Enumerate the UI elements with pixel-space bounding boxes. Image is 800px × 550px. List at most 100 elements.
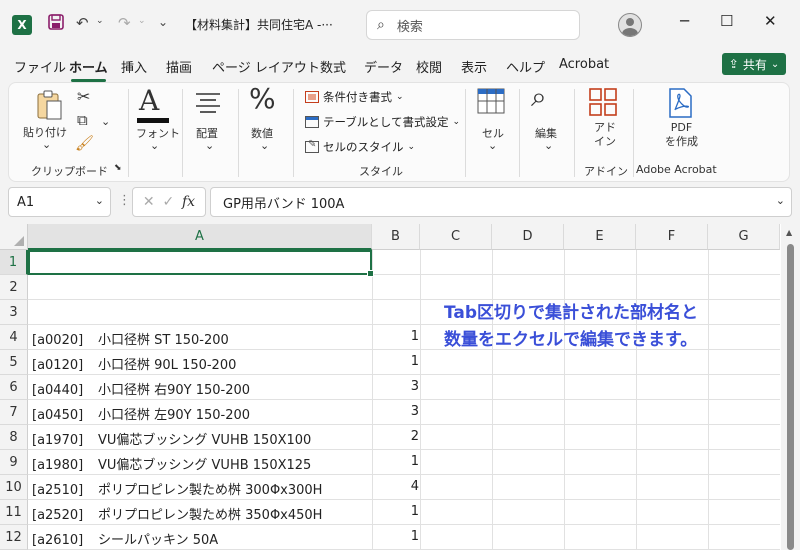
- cell-material[interactable]: [a0120] 小口径桝 90L 150-200: [32, 354, 236, 373]
- cell-material[interactable]: [a0440] 小口径桝 右90Y 150-200: [32, 379, 250, 398]
- search-input[interactable]: ⌕ 検索: [366, 10, 580, 40]
- row-header[interactable]: 12: [0, 525, 28, 550]
- row-header[interactable]: 2: [0, 275, 28, 300]
- avatar[interactable]: [618, 13, 642, 37]
- scroll-thumb[interactable]: [787, 244, 794, 550]
- copy-dropdown-icon[interactable]: ⌄: [101, 115, 110, 128]
- redo-dropdown-icon[interactable]: ⌄: [138, 16, 146, 26]
- active-cell-a1[interactable]: [28, 250, 374, 277]
- name-box[interactable]: A1 ⌄: [8, 187, 111, 217]
- cell-material[interactable]: [a2610] シールパッキン 50A: [32, 529, 218, 548]
- row-header[interactable]: 1: [0, 250, 28, 275]
- maximize-button[interactable]: ☐: [720, 12, 733, 30]
- cell-quantity[interactable]: 1: [371, 529, 419, 544]
- column-header-c[interactable]: C: [420, 224, 492, 250]
- table-row[interactable]: [28, 275, 780, 300]
- alignment-dropdown-icon[interactable]: ⌄: [205, 139, 214, 152]
- tab-review[interactable]: 校閲: [416, 57, 442, 76]
- column-header-a[interactable]: A: [28, 224, 372, 250]
- editing-dropdown-icon[interactable]: ⌄: [544, 139, 553, 152]
- tab-acrobat[interactable]: Acrobat: [559, 57, 609, 72]
- cell-quantity[interactable]: 2: [371, 429, 419, 444]
- column-header-e[interactable]: E: [564, 224, 636, 250]
- formula-input[interactable]: GP用吊バンド 100A ⌄: [210, 187, 792, 217]
- table-row[interactable]: [a0450] 小口径桝 左90Y 150-200 3: [28, 400, 780, 425]
- conditional-formatting-button[interactable]: 条件付き書式 ⌄: [305, 89, 404, 105]
- column-header-d[interactable]: D: [492, 224, 564, 250]
- tab-file[interactable]: ファイル: [14, 57, 66, 76]
- cell-quantity[interactable]: 4: [371, 479, 419, 494]
- cell-material[interactable]: [a1980] VU偏芯ブッシング VUHB 150X125: [32, 454, 311, 473]
- insert-function-icon[interactable]: fx: [182, 194, 195, 210]
- tab-view[interactable]: 表示: [461, 57, 487, 76]
- cells-dropdown-icon[interactable]: ⌄: [488, 139, 497, 152]
- cell-material[interactable]: [a1970] VU偏芯ブッシング VUHB 150X100: [32, 429, 311, 448]
- paste-button[interactable]: [35, 89, 63, 125]
- tab-page-layout[interactable]: ページ レイアウト: [212, 57, 320, 76]
- cells-icon[interactable]: [477, 88, 505, 118]
- cell-material[interactable]: [a0450] 小口径桝 左90Y 150-200: [32, 404, 250, 423]
- cell-quantity[interactable]: 1: [371, 329, 419, 344]
- table-row[interactable]: [a1980] VU偏芯ブッシング VUHB 150X125 1: [28, 450, 780, 475]
- expand-formula-bar-icon[interactable]: ⌄: [776, 194, 785, 207]
- tab-insert[interactable]: 挿入: [121, 57, 147, 76]
- row-header[interactable]: 6: [0, 375, 28, 400]
- row-header[interactable]: 4: [0, 325, 28, 350]
- format-as-table-button[interactable]: テーブルとして書式設定 ⌄: [305, 114, 460, 130]
- cell-material[interactable]: [32, 279, 98, 294]
- create-pdf-label[interactable]: PDF を作成: [665, 121, 698, 149]
- tab-formulas[interactable]: 数式: [320, 57, 346, 76]
- column-header-g[interactable]: G: [708, 224, 780, 250]
- customize-toolbar-icon[interactable]: ⌄: [158, 15, 168, 29]
- cell-quantity[interactable]: 1: [371, 354, 419, 369]
- table-row[interactable]: [a0440] 小口径桝 右90Y 150-200 3: [28, 375, 780, 400]
- scroll-up-icon[interactable]: ▲: [786, 228, 792, 237]
- percent-icon[interactable]: %: [249, 85, 276, 113]
- dialog-launcher-icon[interactable]: ⬊: [114, 163, 122, 173]
- cell-material[interactable]: [a2510] ポリプロピレン製ため桝 300Φx300H: [32, 479, 322, 498]
- search-edit-icon[interactable]: ⌕: [531, 83, 547, 111]
- font-dropdown-icon[interactable]: ⌄: [150, 139, 159, 152]
- cell-material[interactable]: [32, 304, 98, 319]
- table-row[interactable]: [a1970] VU偏芯ブッシング VUHB 150X100 2: [28, 425, 780, 450]
- cell-quantity[interactable]: 3: [371, 404, 419, 419]
- share-button[interactable]: ⇪ 共有 ⌄: [722, 53, 786, 75]
- addins-label[interactable]: アド イン: [594, 121, 616, 149]
- minimize-button[interactable]: ─: [680, 12, 689, 30]
- addins-icon[interactable]: [589, 88, 617, 120]
- close-button[interactable]: ✕: [764, 12, 777, 30]
- copy-icon[interactable]: ⧉: [77, 113, 88, 128]
- cell-quantity[interactable]: 1: [371, 454, 419, 469]
- chevron-down-icon[interactable]: ⌄: [95, 194, 104, 207]
- column-header-b[interactable]: B: [372, 224, 420, 250]
- row-header[interactable]: 9: [0, 450, 28, 475]
- alignment-icon[interactable]: [195, 91, 221, 119]
- format-painter-icon[interactable]: 🖌: [75, 136, 94, 151]
- worksheet-grid[interactable]: A B C D E F G 1 2 3 4 [a0020] 小口径桝 ST 150-200…: [0, 224, 800, 550]
- tab-draw[interactable]: 描画: [166, 57, 192, 76]
- tab-home[interactable]: ホーム: [69, 57, 108, 82]
- table-row[interactable]: [a2510] ポリプロピレン製ため桝 300Φx300H 4: [28, 475, 780, 500]
- cell-styles-button[interactable]: セルのスタイル ⌄: [305, 139, 415, 155]
- undo-dropdown-icon[interactable]: ⌄: [96, 16, 104, 26]
- cell-material[interactable]: [a2520] ポリプロピレン製ため桝 350Φx450H: [32, 504, 322, 523]
- save-icon[interactable]: [48, 14, 64, 30]
- row-header[interactable]: 7: [0, 400, 28, 425]
- select-all-button[interactable]: [0, 224, 28, 250]
- table-row[interactable]: [a2520] ポリプロピレン製ため桝 350Φx450H 1: [28, 500, 780, 525]
- paste-dropdown-icon[interactable]: ⌄: [42, 138, 51, 151]
- cancel-icon[interactable]: ✕: [143, 194, 155, 210]
- row-header[interactable]: 3: [0, 300, 28, 325]
- number-dropdown-icon[interactable]: ⌄: [260, 139, 269, 152]
- pdf-icon[interactable]: [667, 88, 693, 122]
- row-header[interactable]: 8: [0, 425, 28, 450]
- undo-icon[interactable]: ↶: [76, 14, 89, 32]
- tab-help[interactable]: ヘルプ: [506, 57, 545, 76]
- cell-quantity[interactable]: 3: [371, 379, 419, 394]
- more-options-icon[interactable]: ⋮: [118, 193, 131, 208]
- cut-icon[interactable]: ✂: [77, 89, 90, 105]
- row-header[interactable]: 11: [0, 500, 28, 525]
- cell-material[interactable]: [a0020] 小口径桝 ST 150-200: [32, 329, 229, 348]
- row-header[interactable]: 5: [0, 350, 28, 375]
- table-row[interactable]: [a2610] シールパッキン 50A 1: [28, 525, 780, 550]
